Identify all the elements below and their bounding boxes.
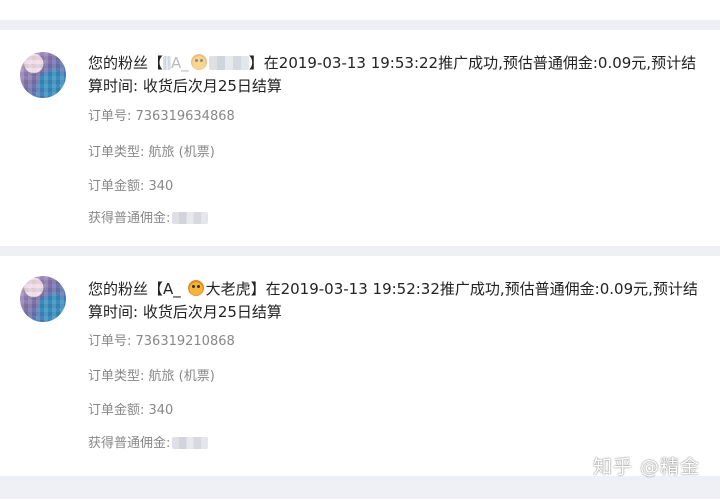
tiger-face-icon xyxy=(187,280,204,296)
commission: 获得普通佣金: xyxy=(88,435,209,453)
zhihu-watermark: 知乎 @精金 xyxy=(592,456,700,478)
fan-name: A_ xyxy=(163,280,181,298)
order-number: 订单号: 736319210868 xyxy=(88,334,235,349)
message-prefix: 您的粉丝【 xyxy=(88,54,164,72)
avatar[interactable] xyxy=(20,276,66,322)
order-type: 订单类型: 航旅 (机票) xyxy=(88,369,215,384)
tiger-face-icon xyxy=(190,54,207,70)
fan-name-tail: 大老虎 xyxy=(205,280,251,298)
order-number: 订单号: 736319634868 xyxy=(88,109,235,124)
order-amount: 订单金额: 340 xyxy=(88,403,174,418)
notification-card[interactable]: 您的粉丝【A_ 大老虎】在2019-03-13 19:52:32推广成功,预估普… xyxy=(0,256,720,476)
order-amount: 订单金额: 340 xyxy=(88,179,174,194)
blurred-fan-name xyxy=(208,56,249,70)
blurred-fan-name xyxy=(163,56,172,70)
order-type: 订单类型: 航旅 (机票) xyxy=(88,145,215,160)
blurred-commission-value xyxy=(172,437,209,449)
commission: 获得普通佣金: xyxy=(88,210,209,228)
notification-message: 您的粉丝【A_ 大老虎】在2019-03-13 19:52:32推广成功,预估普… xyxy=(88,278,708,324)
blurred-commission-value xyxy=(172,212,209,224)
notification-card[interactable]: 您的粉丝【 A_ 】在2019-03-13 19:53:22推广成功,预估普通佣金:… xyxy=(0,30,720,246)
notification-message: 您的粉丝【 A_ 】在2019-03-13 19:53:22推广成功,预估普通佣金:… xyxy=(88,52,708,98)
commission-label: 获得普通佣金: xyxy=(88,211,171,226)
previous-notification-card xyxy=(0,0,720,20)
avatar[interactable] xyxy=(20,52,66,98)
commission-label: 获得普通佣金: xyxy=(88,436,171,451)
message-prefix: 您的粉丝【 xyxy=(88,280,164,298)
notification-list: 您的粉丝【 A_ 】在2019-03-13 19:53:22推广成功,预估普通佣金:… xyxy=(0,0,720,499)
fan-name: A_ xyxy=(171,54,189,72)
